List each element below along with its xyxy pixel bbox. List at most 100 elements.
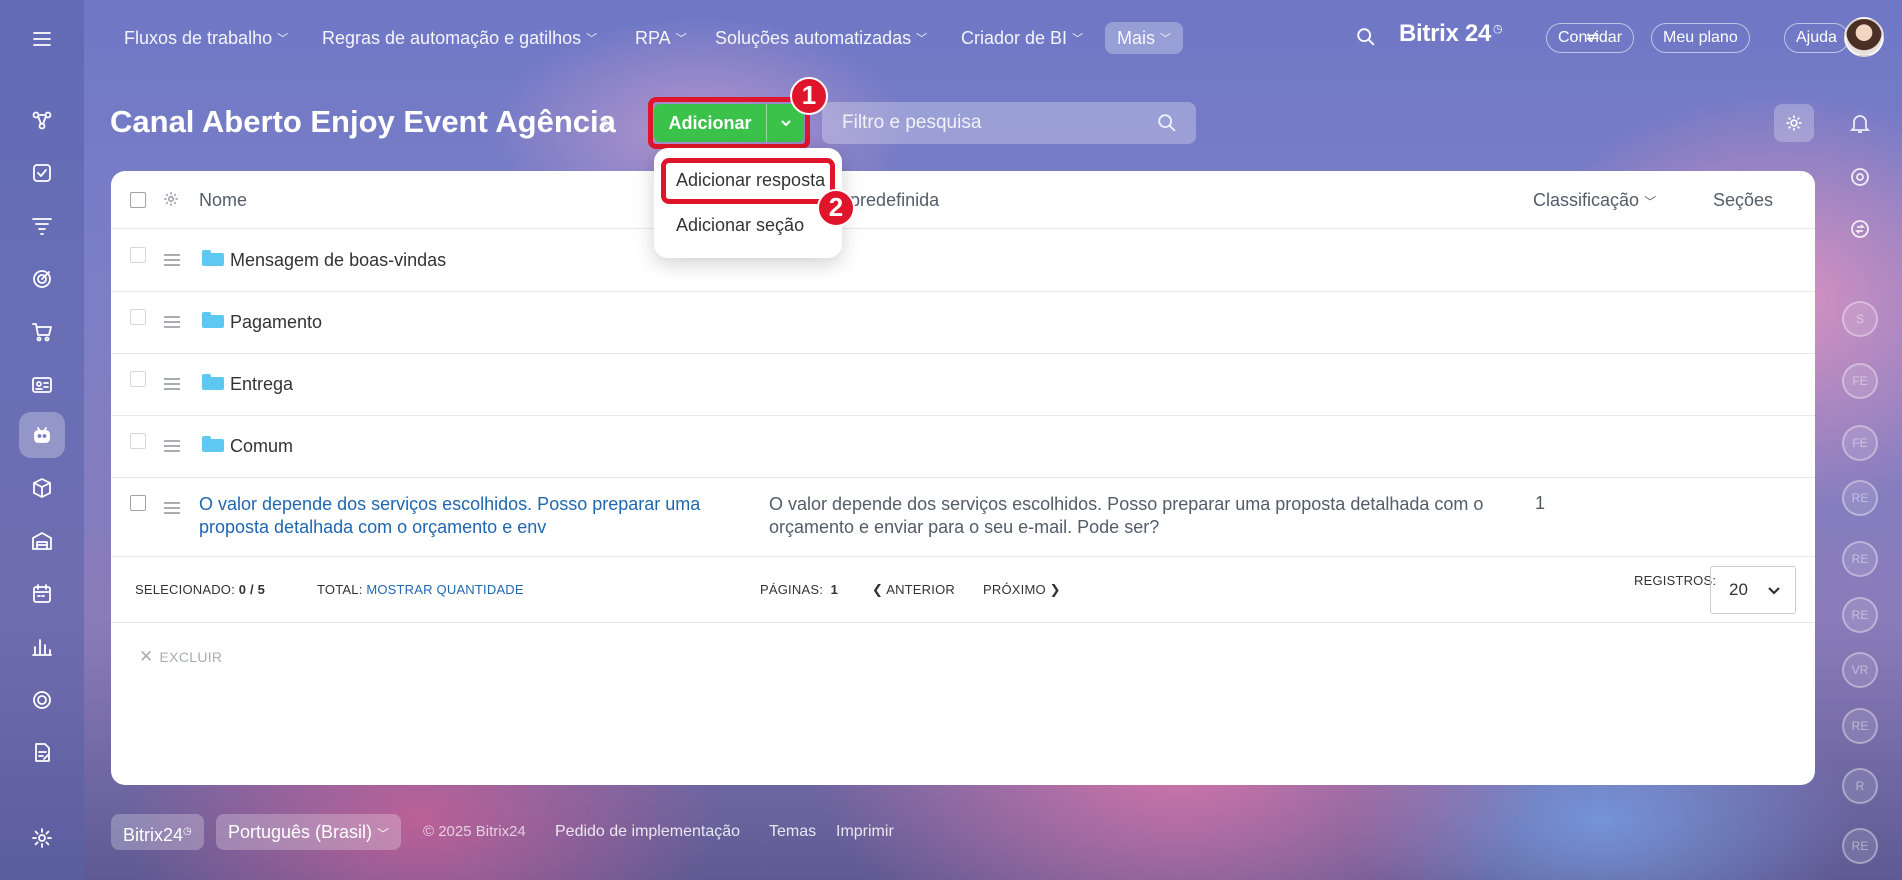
drag-handle-icon[interactable] <box>164 502 180 517</box>
answer-text: O valor depende dos serviços escolhidos.… <box>769 493 1483 539</box>
chevron-down-icon: ﹀ <box>377 827 390 841</box>
folder-name[interactable]: Entrega <box>230 374 293 395</box>
nav-label: Regras de automação e gatilhos <box>322 28 582 48</box>
chevron-left-icon: ❮ <box>872 582 884 597</box>
pin-icon[interactable]: ✎ <box>600 116 615 137</box>
chevron-down-icon: ﹀ <box>1072 33 1084 45</box>
copilot-icon[interactable] <box>1846 163 1874 191</box>
automation-bot-icon[interactable] <box>19 412 65 458</box>
nav-item-automation-rules[interactable]: Regras de automação e gatilhos ﹀ <box>322 22 597 54</box>
nav-item-automated-solutions[interactable]: Soluções automatizadas ﹀ <box>715 22 927 54</box>
nav-item-bi-builder[interactable]: Criador de BI ﹀ <box>961 22 1083 54</box>
implementation-link[interactable]: Pedido de implementação <box>555 814 740 850</box>
select-all-checkbox[interactable] <box>130 192 146 208</box>
chat-sync-icon[interactable] <box>1846 215 1874 243</box>
user-avatar[interactable] <box>1844 17 1884 57</box>
drag-handle-icon[interactable] <box>164 254 180 269</box>
nav-label: Fluxos de trabalho <box>124 28 273 48</box>
target-icon[interactable] <box>19 256 65 302</box>
search-placeholder: Filtro e pesquisa <box>842 112 982 133</box>
column-settings-icon[interactable] <box>162 190 180 213</box>
help-button[interactable]: Ajuda <box>1784 23 1849 53</box>
nav-item-rpa[interactable]: RPA ﹀ <box>635 22 687 54</box>
analytics-icon[interactable] <box>19 624 65 670</box>
records-label: REGISTROS: <box>1634 573 1717 588</box>
gear-icon <box>1786 115 1802 131</box>
funnel-icon[interactable] <box>19 203 65 249</box>
contact-avatar[interactable]: RE <box>1842 597 1878 633</box>
table-row[interactable]: O valor depende dos serviços escolhidos.… <box>111 478 1815 557</box>
column-name[interactable]: Nome <box>199 171 247 229</box>
annotation-box-2 <box>661 158 835 204</box>
row-checkbox[interactable] <box>130 309 146 325</box>
table-row[interactable]: Pagamento <box>111 292 1815 354</box>
column-sections[interactable]: Seções <box>1713 171 1773 229</box>
clock-icon: ◷ <box>183 826 192 837</box>
cart-icon[interactable] <box>19 309 65 355</box>
chevron-down-icon: ﹀ <box>277 33 289 45</box>
delete-button[interactable]: ✕ EXCLUIR <box>139 647 222 667</box>
print-link[interactable]: Imprimir <box>836 814 894 850</box>
drag-handle-icon[interactable] <box>164 316 180 331</box>
next-page-button[interactable]: PRÓXIMO ❯ <box>983 557 1061 623</box>
answer-text-line: orçamento e enviar para o seu e-mail. Po… <box>769 517 1160 537</box>
top-navigation: Fluxos de trabalho ﹀ Regras de automação … <box>84 0 1902 75</box>
contact-avatar[interactable]: S <box>1842 301 1878 337</box>
row-checkbox[interactable] <box>130 433 146 449</box>
box-icon[interactable] <box>19 465 65 511</box>
drag-handle-icon[interactable] <box>164 440 180 455</box>
bitrix24-button[interactable]: Bitrix24◷ <box>111 814 204 850</box>
table-row[interactable]: Mensagem de boas-vindas <box>111 230 1815 292</box>
table-row[interactable]: Entrega <box>111 354 1815 416</box>
answer-sort-value: 1 <box>1535 493 1546 513</box>
chevron-down-icon: ﹀ <box>916 33 928 45</box>
calendar-icon[interactable] <box>19 571 65 617</box>
row-checkbox[interactable] <box>130 495 146 511</box>
folder-name[interactable]: Mensagem de boas-vindas <box>230 250 446 271</box>
warehouse-icon[interactable] <box>19 518 65 564</box>
answer-name-link[interactable]: O valor depende dos serviços escolhidos.… <box>199 493 700 539</box>
chevron-right-icon: ❯ <box>1049 582 1061 597</box>
column-sort[interactable]: Classificação ﹀ <box>1533 171 1656 231</box>
contact-avatar[interactable]: VR <box>1842 652 1878 688</box>
contact-avatar[interactable]: R <box>1842 768 1878 804</box>
contact-avatar[interactable]: RE <box>1842 541 1878 577</box>
bell-icon[interactable] <box>1846 109 1874 137</box>
table-row[interactable]: Comum <box>111 416 1815 478</box>
tasks-icon[interactable] <box>19 150 65 196</box>
contact-avatar[interactable]: FE <box>1842 425 1878 461</box>
sites-icon[interactable] <box>19 677 65 723</box>
nav-item-workflows[interactable]: Fluxos de trabalho ﹀ <box>124 22 288 54</box>
filter-search-input[interactable]: Filtro e pesquisa <box>822 102 1196 144</box>
invite-button[interactable]: Convidar <box>1546 23 1635 53</box>
contact-avatar[interactable]: RE <box>1842 480 1878 516</box>
page-settings-button[interactable] <box>1774 104 1814 142</box>
chevron-down-icon: ﹀ <box>1644 195 1657 209</box>
contact-avatar[interactable]: RE <box>1842 708 1878 744</box>
row-checkbox[interactable] <box>130 371 146 387</box>
folder-name[interactable]: Comum <box>230 436 293 457</box>
contact-avatar[interactable]: RE <box>1842 828 1878 864</box>
settings-gear-icon[interactable] <box>19 815 65 861</box>
folder-icon <box>202 250 224 266</box>
search-icon[interactable] <box>1355 26 1377 53</box>
my-plan-button[interactable]: Meu plano <box>1651 23 1750 53</box>
language-select[interactable]: Português (Brasil) ﹀ <box>216 814 402 850</box>
total-count: TOTAL: MOSTRAR QUANTIDADE <box>317 582 524 597</box>
drag-handle-icon[interactable] <box>164 378 180 393</box>
menu-icon[interactable] <box>19 16 65 62</box>
column-sort-label: Classificação <box>1533 190 1640 210</box>
contact-avatar[interactable]: FE <box>1842 363 1878 399</box>
row-checkbox[interactable] <box>130 247 146 263</box>
themes-link[interactable]: Temas <box>769 814 816 850</box>
menu-item-add-section[interactable]: Adicionar seção <box>676 215 804 236</box>
document-sign-icon[interactable] <box>19 730 65 776</box>
nav-item-more[interactable]: Mais ﹀ <box>1105 22 1184 54</box>
workflow-icon[interactable] <box>19 97 65 143</box>
folder-name[interactable]: Pagamento <box>230 312 322 333</box>
contact-card-icon[interactable] <box>19 362 65 408</box>
search-icon[interactable] <box>1156 102 1178 160</box>
previous-page-button[interactable]: ❮ ANTERIOR <box>872 557 955 623</box>
show-quantity-link[interactable]: MOSTRAR QUANTIDADE <box>366 582 523 597</box>
records-per-page-select[interactable]: 20 <box>1710 566 1796 614</box>
